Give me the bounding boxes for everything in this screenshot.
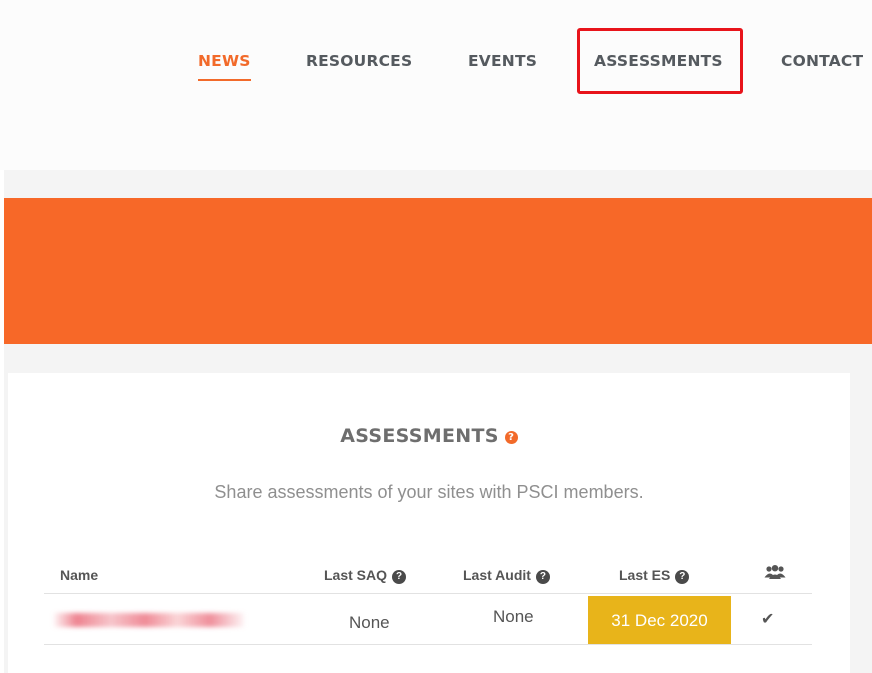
nav-item-label: EVENTS [468,52,538,70]
nav-item-label: NEWS [198,52,251,70]
orange-banner [4,198,872,344]
check-icon: ✔ [761,611,775,628]
nav-item-contact[interactable]: CONTACT [781,52,863,70]
nav-item-label: RESOURCES [306,52,413,70]
column-header-last-audit: Last Audit? [463,567,550,584]
users-icon [764,565,786,579]
nav-item-label: CONTACT [781,52,864,70]
help-icon[interactable]: ? [535,570,550,584]
help-icon[interactable]: ? [504,431,518,444]
column-header-last-es: Last ES? [619,567,690,584]
section-subtitle: Share assessments of your sites with PSC… [214,482,644,502]
table-header-divider [44,593,812,594]
cell-last-es-badge: 31 Dec 2020 [588,596,731,645]
nav-item-events[interactable]: EVENTS [468,52,537,70]
section-title: ASSESSMENTS? [8,425,850,447]
nav-item-resources[interactable]: RESOURCES [306,52,412,70]
column-header-name: Name [60,567,99,583]
column-header-last-saq: Last SAQ? [324,567,407,584]
header-gap [4,170,872,198]
active-nav-underline [198,79,251,81]
cell-last-saq: None [349,613,390,632]
top-navigation-bar: NEWS RESOURCES EVENTS ASSESSMENTS CONTAC… [0,0,872,170]
assessments-card: ASSESSMENTS? Share assessments of your s… [8,373,850,673]
help-icon[interactable]: ? [675,570,690,584]
redacted-site-name[interactable] [54,613,244,627]
cell-last-audit: None [493,607,534,626]
nav-item-news[interactable]: NEWS [198,52,251,81]
assessments-highlight-box [577,28,743,94]
help-icon[interactable]: ? [392,570,407,584]
section-title-text: ASSESSMENTS [340,425,499,447]
table-row-divider [44,644,812,645]
